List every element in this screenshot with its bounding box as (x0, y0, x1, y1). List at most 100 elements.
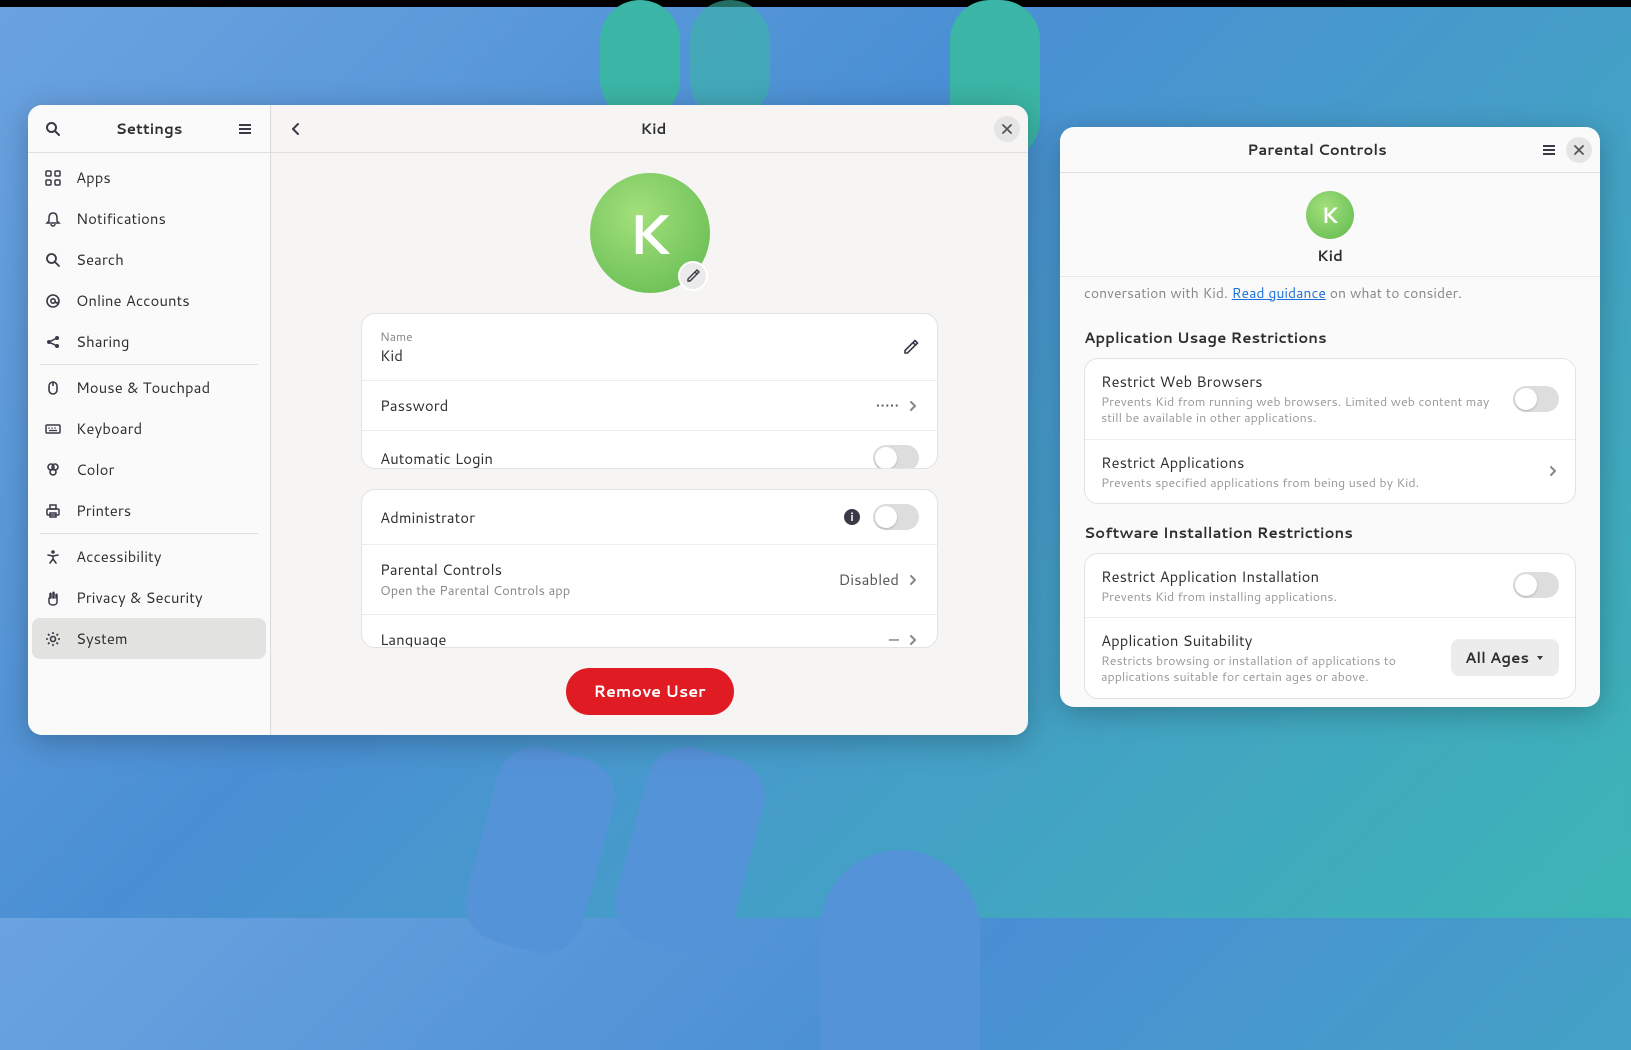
back-button[interactable] (279, 112, 313, 146)
restrict-browsers-toggle[interactable] (1513, 386, 1559, 412)
sidebar-item-apps[interactable]: Apps (32, 157, 266, 198)
parental-value: Disabled (839, 569, 899, 590)
restrict-browsers-title: Restrict Web Browsers (1101, 371, 1513, 392)
bell-icon (44, 210, 62, 228)
parental-controls-row[interactable]: Parental Controls Open the Parental Cont… (362, 545, 937, 615)
sidebar-item-label: Search (76, 249, 124, 270)
close-button[interactable] (994, 116, 1020, 142)
pc-header: Parental Controls (1060, 127, 1600, 173)
desktop-topbar (0, 0, 1631, 7)
accessibility-icon (44, 548, 62, 566)
restrict-install-title: Restrict Application Installation (1101, 566, 1513, 587)
restrict-apps-row[interactable]: Restrict Applications Prevents specified… (1085, 440, 1575, 503)
administrator-toggle[interactable] (873, 504, 919, 530)
parental-sub: Open the Parental Controls app (380, 582, 839, 600)
suitability-desc: Restricts browsing or installation of ap… (1101, 653, 1451, 686)
auto-login-label: Automatic Login (380, 448, 873, 469)
sidebar-item-sharing[interactable]: Sharing (32, 321, 266, 362)
hamburger-icon[interactable] (1532, 133, 1566, 167)
sidebar-item-label: System (76, 628, 128, 649)
language-row[interactable]: Language — (362, 615, 937, 648)
restrict-browsers-row: Restrict Web Browsers Prevents Kid from … (1085, 359, 1575, 440)
restrict-apps-desc: Prevents specified applications from bei… (1101, 475, 1547, 491)
settings-title: Settings (70, 118, 228, 139)
hamburger-icon[interactable] (228, 112, 262, 146)
user-info-card: Name Kid Password ••••• Automatic Login (361, 313, 938, 469)
administrator-label: Administrator (380, 507, 843, 528)
suitability-title: Application Suitability (1101, 630, 1451, 651)
sidebar-item-label: Color (76, 459, 114, 480)
sidebar-item-system[interactable]: System (32, 618, 266, 659)
close-button[interactable] (1566, 137, 1592, 163)
chevron-down-icon (1535, 653, 1545, 663)
auto-login-toggle[interactable] (873, 445, 919, 469)
sidebar-item-label: Accessibility (76, 546, 162, 567)
suitability-dropdown[interactable]: All Ages (1451, 639, 1559, 676)
pc-guidance-text: conversation with Kid. Read guidance on … (1084, 277, 1576, 317)
sidebar-item-label: Sharing (76, 331, 129, 352)
pencil-icon (903, 339, 919, 355)
name-row[interactable]: Name Kid (362, 314, 937, 381)
sidebar-item-label: Apps (76, 167, 111, 188)
sidebar-item-printers[interactable]: Printers (32, 490, 266, 531)
page-title: Kid (313, 118, 994, 139)
pc-user-name: Kid (1317, 245, 1343, 266)
keyboard-icon (44, 420, 62, 438)
chevron-right-icon (907, 400, 919, 412)
name-value: Kid (380, 345, 903, 366)
password-label: Password (380, 395, 876, 416)
sidebar-item-color[interactable]: Color (32, 449, 266, 490)
restrict-install-toggle[interactable] (1513, 572, 1559, 598)
sidebar-item-accessibility[interactable]: Accessibility (32, 536, 266, 577)
pc-section-usage: Application Usage Restrictions (1084, 327, 1576, 348)
svg-text:i: i (850, 508, 854, 525)
pc-usage-card: Restrict Web Browsers Prevents Kid from … (1084, 358, 1576, 504)
at-icon (44, 292, 62, 310)
sidebar-item-online-accounts[interactable]: Online Accounts (32, 280, 266, 321)
avatar-wrap: K (590, 173, 710, 293)
sidebar-item-label: Printers (76, 500, 131, 521)
pc-install-card: Restrict Application Installation Preven… (1084, 553, 1576, 699)
administrator-row: Administrator i (362, 490, 937, 545)
avatar-edit-button[interactable] (678, 261, 708, 291)
settings-window: Settings Apps Notifications Search Onlin… (28, 105, 1028, 735)
chevron-right-icon (907, 634, 919, 646)
suitability-row: Application Suitability Restricts browsi… (1085, 618, 1575, 698)
sidebar-item-keyboard[interactable]: Keyboard (32, 408, 266, 449)
parental-label: Parental Controls (380, 559, 839, 580)
printer-icon (44, 502, 62, 520)
palette-icon (44, 461, 62, 479)
wallpaper-blob (456, 738, 624, 962)
search-icon[interactable] (36, 112, 70, 146)
gear-icon (44, 630, 62, 648)
sidebar-item-search[interactable]: Search (32, 239, 266, 280)
sidebar-item-notifications[interactable]: Notifications (32, 198, 266, 239)
search-icon (44, 251, 62, 269)
wallpaper-blob (606, 738, 774, 962)
restrict-install-desc: Prevents Kid from installing application… (1101, 589, 1513, 605)
suitability-value: All Ages (1465, 647, 1529, 668)
restrict-install-row: Restrict Application Installation Preven… (1085, 554, 1575, 618)
wallpaper-blob (690, 0, 770, 120)
sidebar-list: Apps Notifications Search Online Account… (28, 153, 270, 735)
sidebar-separator (40, 364, 258, 365)
mouse-icon (44, 379, 62, 397)
remove-user-button[interactable]: Remove User (566, 668, 734, 715)
sidebar-item-label: Online Accounts (76, 290, 190, 311)
user-admin-card: Administrator i Parental Controls Open t… (361, 489, 938, 648)
chevron-right-icon (907, 574, 919, 586)
password-row[interactable]: Password ••••• (362, 381, 937, 431)
sidebar-item-label: Notifications (76, 208, 166, 229)
restrict-apps-title: Restrict Applications (1101, 452, 1547, 473)
password-value: ••••• (876, 395, 899, 416)
name-mini-label: Name (380, 328, 903, 345)
info-icon[interactable]: i (843, 508, 861, 526)
pc-body[interactable]: conversation with Kid. Read guidance on … (1060, 277, 1600, 707)
avatar-letter: K (1322, 200, 1339, 231)
language-label: Language (380, 629, 889, 648)
sidebar-item-privacy[interactable]: Privacy & Security (32, 577, 266, 618)
pc-user-header: K Kid (1060, 173, 1600, 277)
read-guidance-link[interactable]: Read guidance (1232, 283, 1326, 303)
sidebar-item-mouse[interactable]: Mouse & Touchpad (32, 367, 266, 408)
settings-sidebar: Settings Apps Notifications Search Onlin… (28, 105, 271, 735)
